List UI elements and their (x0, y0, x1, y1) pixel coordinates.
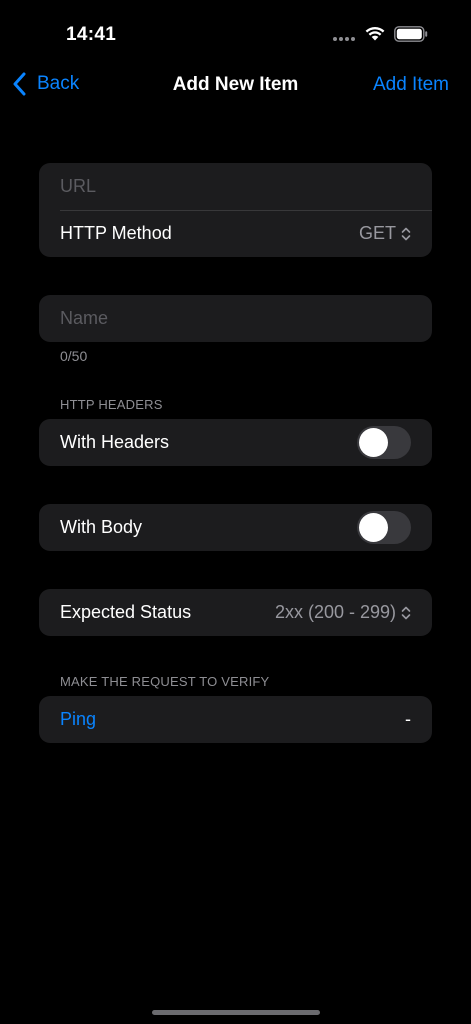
with-headers-row: With Headers (39, 419, 432, 466)
request-group: URL HTTP Method GET (39, 163, 432, 257)
verify-section-header: MAKE THE REQUEST TO VERIFY (60, 674, 270, 689)
ping-result: - (405, 709, 411, 729)
add-item-button[interactable]: Add Item (373, 74, 449, 96)
http-method-label: HTTP Method (60, 223, 172, 243)
expected-status-label: Expected Status (60, 602, 192, 622)
http-method-picker[interactable]: HTTP Method GET (39, 210, 432, 257)
with-body-row: With Body (39, 504, 432, 551)
with-headers-label: With Headers (60, 432, 170, 452)
signal-dots-icon (333, 37, 355, 41)
headers-group: With Headers (39, 419, 432, 466)
body-group: With Body (39, 504, 432, 551)
expected-status-value-wrap: 2xx (200 - 299) (275, 602, 411, 623)
url-input[interactable]: URL (39, 163, 432, 210)
wifi-icon (365, 26, 385, 41)
ping-row[interactable]: Ping - (39, 696, 432, 743)
verify-group: Ping - (39, 696, 432, 743)
with-headers-toggle[interactable] (357, 426, 411, 459)
expected-status-picker[interactable]: Expected Status 2xx (200 - 299) (39, 589, 432, 636)
ping-button[interactable]: Ping (60, 709, 96, 730)
name-group: Name (39, 295, 432, 342)
url-placeholder: URL (60, 176, 97, 196)
battery-icon (394, 26, 428, 42)
name-placeholder: Name (60, 308, 109, 328)
http-method-value-wrap: GET (359, 223, 411, 244)
name-character-counter: 0/50 (60, 348, 88, 364)
with-body-label: With Body (60, 517, 143, 537)
chevron-up-down-icon (401, 606, 411, 619)
name-input[interactable]: Name (39, 295, 432, 342)
chevron-up-down-icon (401, 227, 411, 240)
with-body-toggle[interactable] (357, 511, 411, 544)
expected-status-group: Expected Status 2xx (200 - 299) (39, 589, 432, 636)
http-method-value: GET (358, 223, 396, 243)
navigation-bar: Back Add New Item Add Item (0, 60, 471, 110)
toggle-knob (359, 428, 388, 457)
expected-status-value: 2xx (200 - 299) (274, 602, 396, 622)
status-time: 14:41 (66, 24, 117, 45)
home-indicator (152, 1010, 320, 1015)
http-headers-section-header: HTTP HEADERS (60, 397, 163, 412)
toggle-knob (359, 513, 388, 542)
status-bar: 14:41 (0, 0, 471, 60)
